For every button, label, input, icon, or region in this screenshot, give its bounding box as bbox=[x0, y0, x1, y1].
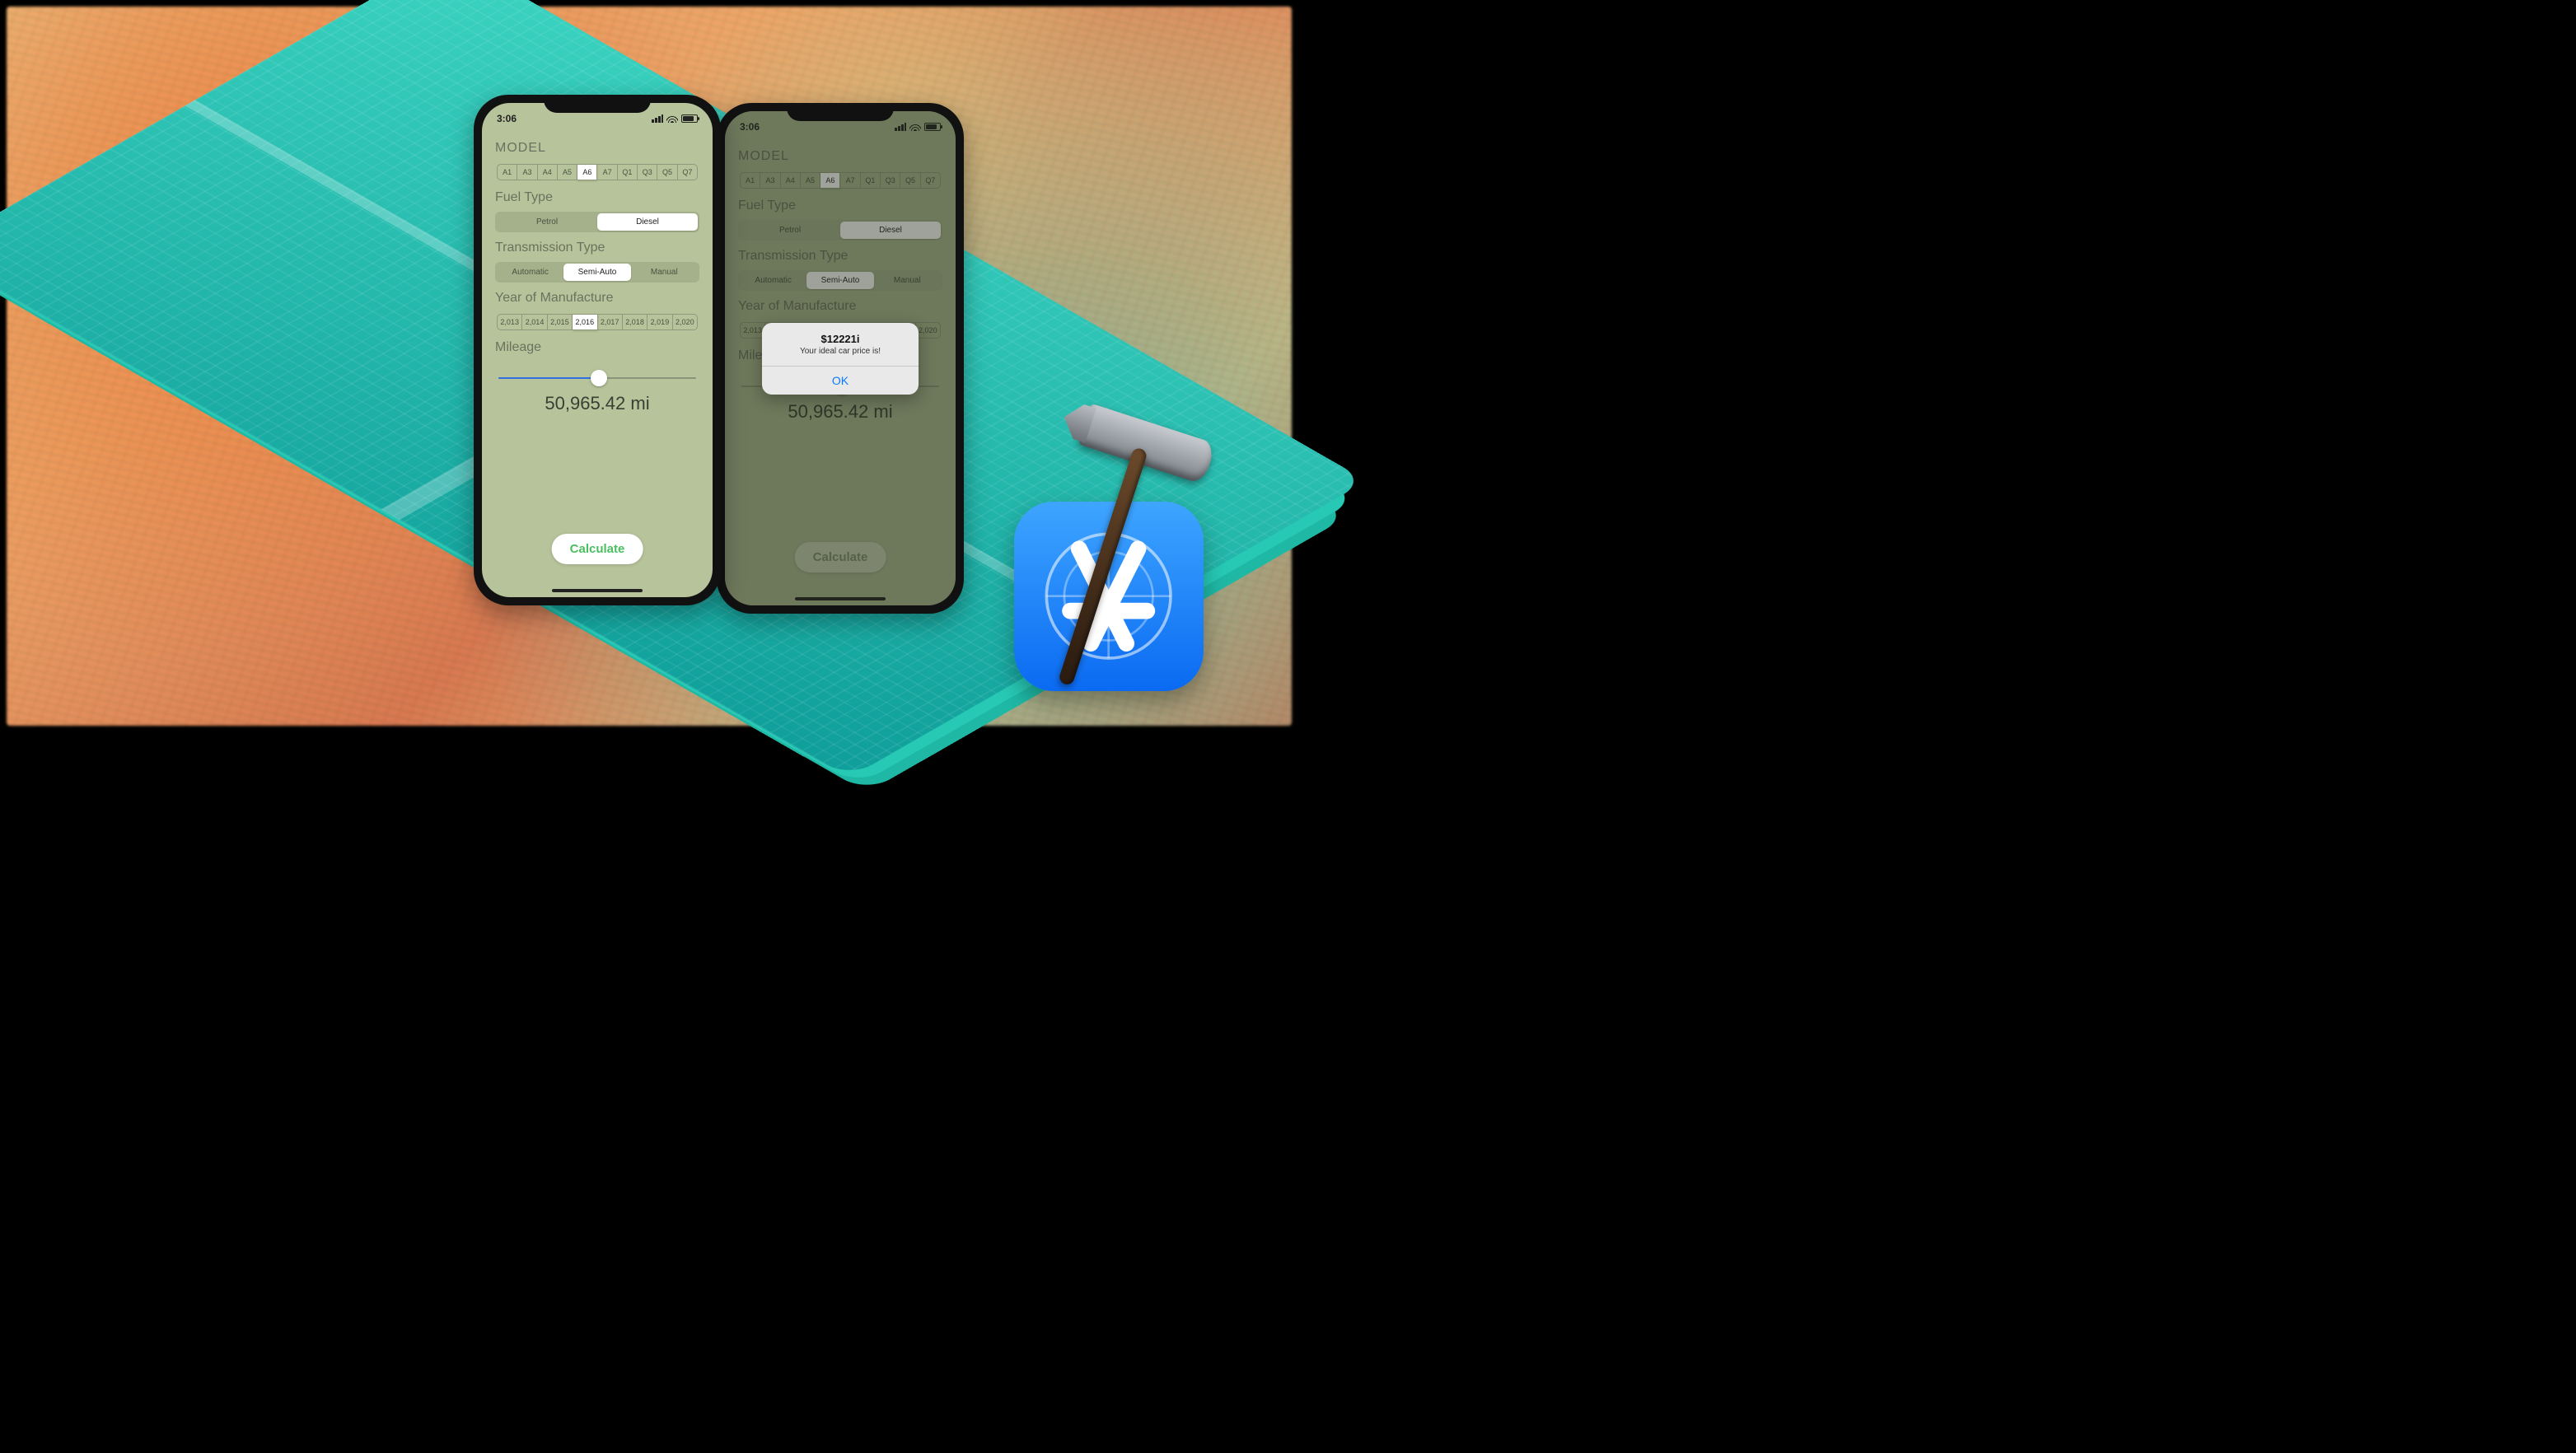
alert-title: $12221i bbox=[762, 323, 919, 347]
year-option[interactable]: 2,013 bbox=[497, 314, 522, 330]
home-indicator bbox=[552, 589, 643, 592]
fuel-heading: Fuel Type bbox=[495, 190, 699, 205]
model-option[interactable]: Q1 bbox=[618, 164, 638, 180]
year-heading: Year of Manufacture bbox=[495, 291, 699, 306]
model-option[interactable]: Q3 bbox=[638, 164, 657, 180]
phone-mockup-form: 3:06 MODEL A1A3A4A5A6A7Q1Q3Q5Q7 Fuel Typ… bbox=[474, 95, 721, 605]
calculate-button[interactable]: Calculate bbox=[552, 534, 643, 564]
mileage-heading: Mileage bbox=[495, 340, 699, 355]
model-segments[interactable]: A1A3A4A5A6A7Q1Q3Q5Q7 bbox=[495, 162, 699, 182]
year-option[interactable]: 2,016 bbox=[573, 314, 597, 330]
mileage-value: 50,965.42 mi bbox=[495, 393, 699, 414]
alert-message: Your ideal car price is! bbox=[762, 347, 919, 366]
model-option[interactable]: Q5 bbox=[657, 164, 677, 180]
year-segments[interactable]: 2,0132,0142,0152,0162,0172,0182,0192,020 bbox=[495, 312, 699, 332]
model-option[interactable]: A4 bbox=[538, 164, 558, 180]
mileage-slider[interactable] bbox=[498, 370, 696, 386]
transmission-segments[interactable]: AutomaticSemi-AutoManual bbox=[495, 262, 699, 283]
fuel-segments[interactable]: PetrolDiesel bbox=[495, 212, 699, 232]
year-option[interactable]: 2,015 bbox=[548, 314, 573, 330]
model-option[interactable]: A7 bbox=[597, 164, 617, 180]
transmission-option[interactable]: Semi-Auto bbox=[563, 264, 630, 281]
year-option[interactable]: 2,017 bbox=[598, 314, 623, 330]
transmission-option[interactable]: Manual bbox=[631, 264, 698, 281]
year-option[interactable]: 2,014 bbox=[522, 314, 547, 330]
wifi-icon bbox=[666, 114, 678, 123]
fuel-option[interactable]: Petrol bbox=[497, 213, 597, 231]
model-option[interactable]: Q7 bbox=[678, 164, 698, 180]
year-option[interactable]: 2,020 bbox=[673, 314, 698, 330]
model-option[interactable]: A1 bbox=[497, 164, 517, 180]
model-heading: MODEL bbox=[495, 141, 699, 156]
model-option[interactable]: A6 bbox=[577, 164, 597, 180]
transmission-option[interactable]: Automatic bbox=[497, 264, 563, 281]
status-time: 3:06 bbox=[497, 113, 517, 124]
fuel-option[interactable]: Diesel bbox=[597, 213, 698, 231]
phone-mockup-result: 3:06 MODEL A1A3A4A5A6A7Q1Q3Q5Q7 Fuel Typ… bbox=[717, 103, 964, 614]
price-alert: $12221i Your ideal car price is! OK bbox=[762, 323, 919, 395]
year-option[interactable]: 2,019 bbox=[648, 314, 672, 330]
cellular-icon bbox=[652, 114, 663, 123]
model-option[interactable]: A3 bbox=[517, 164, 537, 180]
transmission-heading: Transmission Type bbox=[495, 241, 699, 255]
alert-ok-button[interactable]: OK bbox=[762, 366, 919, 395]
model-option[interactable]: A5 bbox=[558, 164, 577, 180]
alert-overlay: $12221i Your ideal car price is! OK bbox=[725, 111, 956, 605]
battery-icon bbox=[681, 114, 698, 123]
year-option[interactable]: 2,018 bbox=[623, 314, 648, 330]
